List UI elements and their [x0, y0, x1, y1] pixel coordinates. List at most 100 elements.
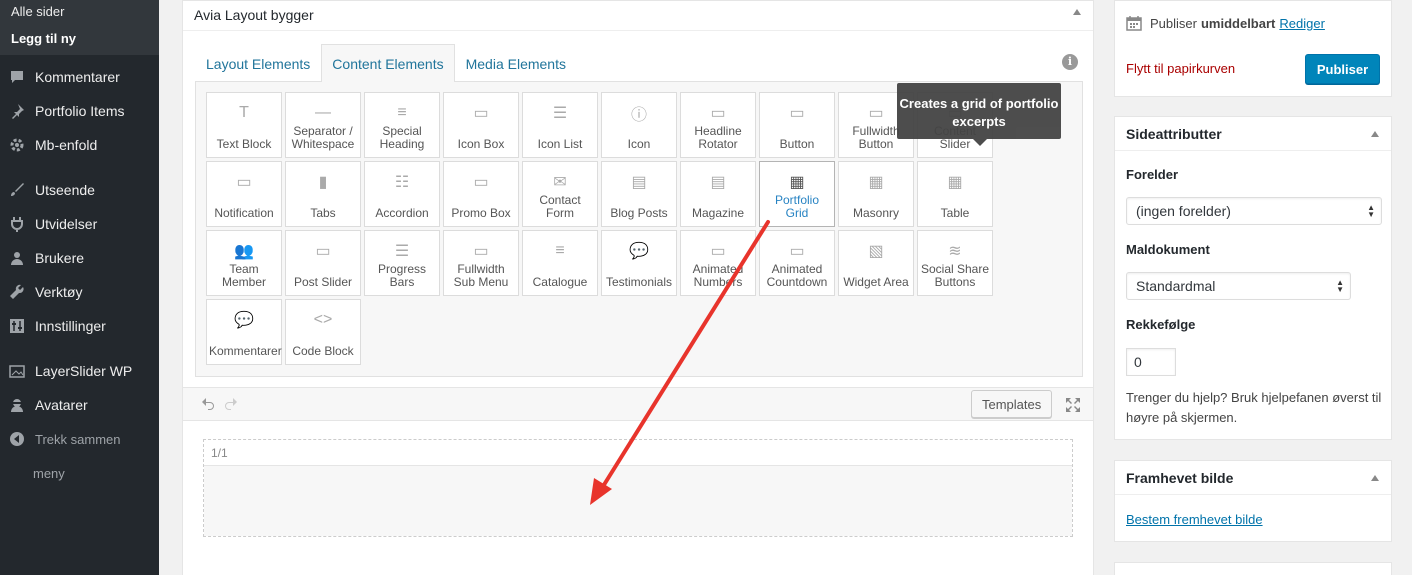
element-tile-text-block[interactable]: T Text Block — [206, 92, 282, 158]
featured-image-header[interactable]: Framhevet bilde — [1115, 461, 1391, 495]
calendar-icon — [1126, 15, 1142, 31]
sidebar-item-users[interactable]: Brukere — [0, 241, 159, 275]
collapse-menu-label-continued[interactable]: meny — [0, 456, 159, 490]
layout-section-1-1[interactable]: 1/1 — [203, 439, 1073, 537]
element-tile-headline-rotator[interactable]: ▭ Headline Rotator — [680, 92, 756, 158]
info-icon[interactable]: i — [1062, 54, 1078, 70]
element-tile-accordion[interactable]: ☷ Accordion — [364, 161, 440, 227]
sidebar-item-label: Portfolio Items — [35, 103, 125, 119]
element-tile-code-block[interactable]: <> Code Block — [285, 299, 361, 365]
sidebar-item-settings[interactable]: Innstillinger — [0, 309, 159, 343]
button-icon: ▭ — [789, 105, 805, 122]
element-tile-progress-bars[interactable]: ☰ Progress Bars — [364, 230, 440, 296]
move-to-trash-link[interactable]: Flytt til papirkurven — [1126, 61, 1235, 76]
text-block-icon: T — [239, 104, 249, 121]
publish-button[interactable]: Publiser — [1305, 54, 1380, 84]
element-tile-post-slider[interactable]: ▭ Post Slider — [285, 230, 361, 296]
element-tile-team-member[interactable]: 👥 Team Member — [206, 230, 282, 296]
submenu-add-new[interactable]: Legg til ny — [11, 31, 76, 46]
element-tile-catalogue[interactable]: ≡ Catalogue — [522, 230, 598, 296]
element-tile-button[interactable]: ▭ Button — [759, 92, 835, 158]
select-arrows-icon: ▲ ▼ — [1336, 278, 1344, 294]
element-tile-label: Notification — [214, 206, 274, 220]
collapse-arrow-icon[interactable] — [1371, 475, 1379, 481]
next-metabox — [1114, 562, 1392, 575]
tab-layout-elements[interactable]: Layout Elements — [195, 44, 321, 82]
parent-select[interactable]: (ingen forelder) ▲ ▼ — [1126, 197, 1382, 225]
page-attributes-header[interactable]: Sideattributter — [1115, 117, 1391, 151]
template-select[interactable]: Standardmal ▲ ▼ — [1126, 272, 1351, 300]
element-tile-icon[interactable]: ⓘ Icon — [601, 92, 677, 158]
set-featured-image-link[interactable]: Bestem fremhevet bilde — [1126, 512, 1263, 527]
template-label: Maldokument — [1126, 242, 1210, 257]
parent-select-value: (ingen forelder) — [1136, 203, 1231, 219]
collapse-menu-button[interactable]: Trekk sammen — [0, 422, 159, 456]
sidebar-item-tools[interactable]: Verktøy — [0, 275, 159, 309]
element-tabs: Layout Elements Content Elements Media E… — [195, 44, 577, 82]
section-drop-area[interactable] — [204, 466, 1072, 536]
element-tile-icon-list[interactable]: ☰ Icon List — [522, 92, 598, 158]
sidebar-item-label: Avatarer — [35, 397, 88, 413]
element-tile-social-share-buttons[interactable]: ≋ Social Share Buttons — [917, 230, 993, 296]
element-tile-masonry[interactable]: ▦ Masonry — [838, 161, 914, 227]
element-tile-contact-form[interactable]: ✉ Contact Form — [522, 161, 598, 227]
submenu-all-pages[interactable]: Alle sider — [11, 4, 64, 19]
pages-submenu: Alle sider Legg til ny — [0, 0, 159, 55]
masonry-icon: ▦ — [868, 174, 884, 191]
element-tile-portfolio-grid[interactable]: ▦ Portfolio Grid — [759, 161, 835, 227]
team-icon: 👥 — [234, 243, 254, 260]
admin-sidebar: Alle sider Legg til ny Kommentarer Portf… — [0, 0, 159, 575]
element-tile-kommentarer[interactable]: 💬 Kommentarer — [206, 299, 282, 365]
sidebar-item-portfolio[interactable]: Portfolio Items — [0, 94, 159, 128]
builder-header[interactable]: Avia Layout bygger — [183, 1, 1093, 31]
avatar-icon — [8, 396, 26, 414]
element-tile-label: Fullwidth Sub Menu — [453, 262, 509, 289]
sidebar-item-appearance[interactable]: Utseende — [0, 173, 159, 207]
element-tile-magazine[interactable]: ▤ Magazine — [680, 161, 756, 227]
element-tile-blog-posts[interactable]: ▤ Blog Posts — [601, 161, 677, 227]
element-tile-label: Icon List — [537, 137, 583, 151]
blog-icon: ▤ — [631, 174, 647, 191]
tab-media-elements[interactable]: Media Elements — [455, 44, 577, 82]
numbers-icon: ▭ — [710, 243, 726, 260]
element-tile-widget-area[interactable]: ▧ Widget Area — [838, 230, 914, 296]
element-tile-animated-numbers[interactable]: ▭ Animated Numbers — [680, 230, 756, 296]
element-tile-tabs[interactable]: ▮ Tabs — [285, 161, 361, 227]
sidebar-item-plugins[interactable]: Utvidelser — [0, 207, 159, 241]
accordion-icon: ☷ — [394, 174, 410, 191]
collapse-arrow-icon[interactable] — [1371, 131, 1379, 137]
sidebar-item-layerslider[interactable]: LayerSlider WP — [0, 354, 159, 388]
sidebar-item-comments[interactable]: Kommentarer — [0, 60, 159, 94]
element-tile-special-heading[interactable]: ≡ Special Heading — [364, 92, 440, 158]
sidebar-item-avatars[interactable]: Avatarer — [0, 388, 159, 422]
element-tile-notification[interactable]: ▭ Notification — [206, 161, 282, 227]
info-circle-icon: ⓘ — [630, 107, 647, 124]
element-tile-animated-countdown[interactable]: ▭ Animated Countdown — [759, 230, 835, 296]
avia-layout-builder: Avia Layout bygger Layout Elements Conte… — [182, 0, 1094, 575]
templates-button[interactable]: Templates — [971, 390, 1053, 418]
sidebar-item-mb-enfold[interactable]: Mb-enfold — [0, 128, 159, 162]
element-tile-icon-box[interactable]: ▭ Icon Box — [443, 92, 519, 158]
icon-list-icon: ☰ — [552, 105, 568, 122]
featured-image-box: Framhevet bilde Bestem fremhevet bilde — [1114, 460, 1392, 542]
plugin-icon — [8, 215, 26, 233]
element-tile-label: Table — [940, 206, 970, 220]
element-tile-fullwidth-sub-menu[interactable]: ▭ Fullwidth Sub Menu — [443, 230, 519, 296]
element-tile-promo-box[interactable]: ▭ Promo Box — [443, 161, 519, 227]
sidebar-item-label: Mb-enfold — [35, 137, 98, 153]
collapse-icon — [8, 430, 26, 448]
order-input[interactable]: 0 — [1126, 348, 1176, 376]
element-tile-separator-whitespace[interactable]: — Separator / Whitespace — [285, 92, 361, 158]
element-tile-label: Icon Box — [457, 137, 505, 151]
sidebar-item-label: meny — [33, 465, 65, 481]
collapse-arrow-icon[interactable] — [1073, 9, 1081, 15]
undo-icon[interactable] — [201, 396, 215, 415]
fullscreen-icon[interactable] — [1065, 397, 1081, 413]
redo-icon[interactable] — [224, 396, 238, 415]
edit-schedule-link[interactable]: Rediger — [1279, 16, 1325, 31]
tab-content-elements[interactable]: Content Elements — [321, 44, 455, 82]
element-tile-testimonials[interactable]: 💬 Testimonials — [601, 230, 677, 296]
sidebar-item-label: Utvidelser — [35, 216, 98, 232]
element-tile-table[interactable]: ▦ Table — [917, 161, 993, 227]
gear-icon — [8, 136, 26, 154]
